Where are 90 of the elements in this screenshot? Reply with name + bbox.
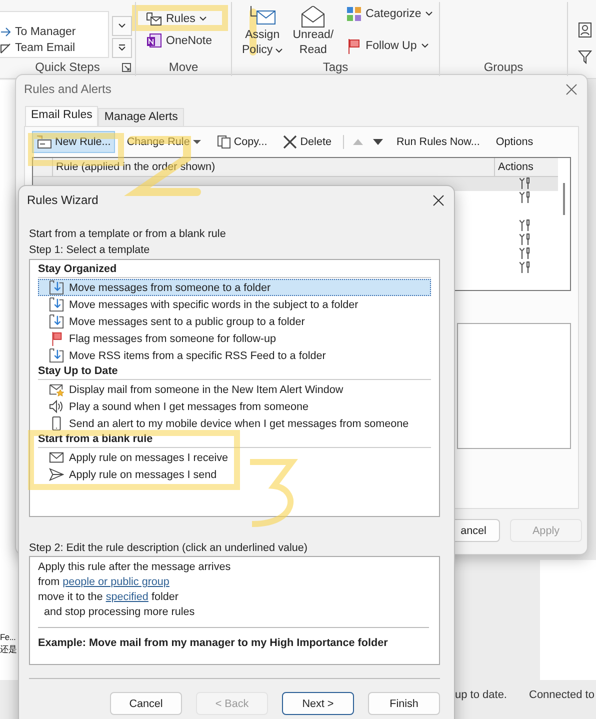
expand-gallery-button[interactable] <box>112 38 132 58</box>
toolbar-button[interactable]: Delete <box>279 131 336 153</box>
toolbar-button[interactable]: Copy... <box>212 131 272 153</box>
notebook-icon <box>146 33 162 49</box>
ribbon-button[interactable]: Categorize <box>346 6 434 22</box>
column-header[interactable]: Actions <box>495 158 558 176</box>
arrow-icon <box>0 26 12 38</box>
pen-icon <box>0 42 12 54</box>
move-to-folder-icon <box>49 297 64 312</box>
expand-icon <box>118 44 126 52</box>
move-to-folder-icon <box>49 348 64 363</box>
rule-actions-icon <box>519 191 531 204</box>
dialog-button[interactable]: Next > <box>282 692 354 715</box>
flag-icon <box>346 38 362 54</box>
rule-description-line: from people or public group <box>38 575 170 590</box>
rule-actions-icon <box>519 233 531 246</box>
rule-actions-icon <box>519 219 531 232</box>
close-icon[interactable] <box>566 84 577 94</box>
status-text: up to date. <box>455 689 507 701</box>
group-label: Quick Steps <box>35 60 100 74</box>
close-icon[interactable] <box>433 194 444 206</box>
envelope-icon <box>49 450 64 465</box>
dialog-title: Rules Wizard <box>27 193 98 207</box>
folder-mail-icon <box>146 11 162 27</box>
rule-description-line: Apply this rule after the message arrives <box>38 560 232 575</box>
color-squares-icon <box>346 6 362 22</box>
ribbon-button[interactable]: Unread/ Read <box>292 6 334 58</box>
copy-icon <box>216 135 231 149</box>
template-item[interactable]: Move messages with specific words in the subject to a folder <box>38 296 431 313</box>
quick-step-item[interactable]: Team Email <box>0 42 108 54</box>
step-label: Step 2: Edit the rule description (click an underlined value) <box>29 541 308 556</box>
value-link[interactable]: specified <box>106 591 148 603</box>
template-item[interactable]: Display mail from someone in the New Item Alert Window <box>38 381 431 398</box>
template-group-header: Stay Organized <box>38 262 431 278</box>
ribbon-button[interactable]: Assign Policy <box>242 6 283 58</box>
column-header[interactable]: Rule (applied in the order shown) <box>53 158 495 176</box>
template-item[interactable]: Apply rule on messages I receive <box>38 449 431 466</box>
caret-icon <box>420 43 429 49</box>
paper-plane-icon <box>49 467 64 482</box>
ribbon-button[interactable]: Rules <box>146 11 231 27</box>
rule-description-line: and stop processing more rules <box>42 605 196 620</box>
template-item[interactable]: Flag messages from someone for follow-up <box>38 330 431 347</box>
move-to-folder-icon <box>49 280 64 295</box>
template-item[interactable]: Apply rule on messages I send <box>38 466 431 483</box>
caret-icon <box>192 139 201 145</box>
caret-icon <box>199 16 208 22</box>
folder-pane-text: 还是 <box>0 644 18 657</box>
template-item[interactable]: Play a sound when I get messages from someone <box>38 398 431 415</box>
template-item[interactable]: Send an alert to my mobile device when I get messages from someone <box>38 415 431 432</box>
envelope-star-icon <box>49 382 64 397</box>
rule-actions-icon <box>519 247 531 260</box>
instruction-text: Start from a template or from a blank rule <box>29 227 227 242</box>
status-text: Connected to <box>529 689 594 701</box>
value-link[interactable]: people or public group <box>62 576 170 588</box>
template-group-header: Stay Up to Date <box>38 364 431 380</box>
dialog-title: Rules and Alerts <box>24 82 112 96</box>
speaker-icon <box>49 399 64 414</box>
caret-icon <box>274 48 283 54</box>
template-item[interactable]: Move RSS items from a specific RSS Feed to a folder <box>38 347 431 364</box>
filter-icon[interactable] <box>578 50 592 64</box>
group-label: Tags <box>322 60 348 74</box>
toolbar-button[interactable]: Run Rules Now... <box>392 131 484 153</box>
dialog-button[interactable]: Finish <box>368 692 440 715</box>
group-label: Move <box>168 60 198 74</box>
contact-card-icon[interactable] <box>578 22 592 38</box>
step-label: Step 1: Select a template <box>29 243 151 258</box>
dialog-button[interactable]: Cancel <box>110 692 182 715</box>
template-item[interactable]: Move messages sent to a public group to a folder <box>38 313 431 330</box>
rule-actions-icon <box>519 261 531 274</box>
quick-step-item[interactable]: To Manager <box>0 26 108 38</box>
rule-description-line: move it to the specified folder <box>38 590 180 605</box>
toolbar-button[interactable]: Options <box>492 131 538 153</box>
example-text: Example: Move mail from my manager to my High Importance folder <box>38 636 389 651</box>
marker-stroke <box>250 459 295 527</box>
move-to-folder-icon <box>49 314 64 329</box>
group-label: Groups <box>484 60 524 74</box>
template-item[interactable]: Move messages from someone to a folder <box>38 279 431 296</box>
move-down-icon[interactable] <box>372 138 384 146</box>
tab[interactable]: Email Rules <box>25 106 98 126</box>
scroll-down-button[interactable] <box>112 16 132 36</box>
tab[interactable]: Manage Alerts <box>98 108 184 126</box>
chevron-down-icon <box>118 23 126 29</box>
delete-icon <box>283 135 298 149</box>
dialog-button[interactable]: ancel <box>454 519 500 542</box>
caret-icon <box>425 11 434 17</box>
folder-pane-text: Fe... <box>0 631 17 644</box>
dialog-launcher-icon[interactable] <box>122 63 131 72</box>
ribbon-button[interactable]: Follow Up <box>346 38 434 54</box>
ribbon-button[interactable]: OneNote <box>146 33 231 49</box>
rule-actions-icon <box>519 177 531 190</box>
